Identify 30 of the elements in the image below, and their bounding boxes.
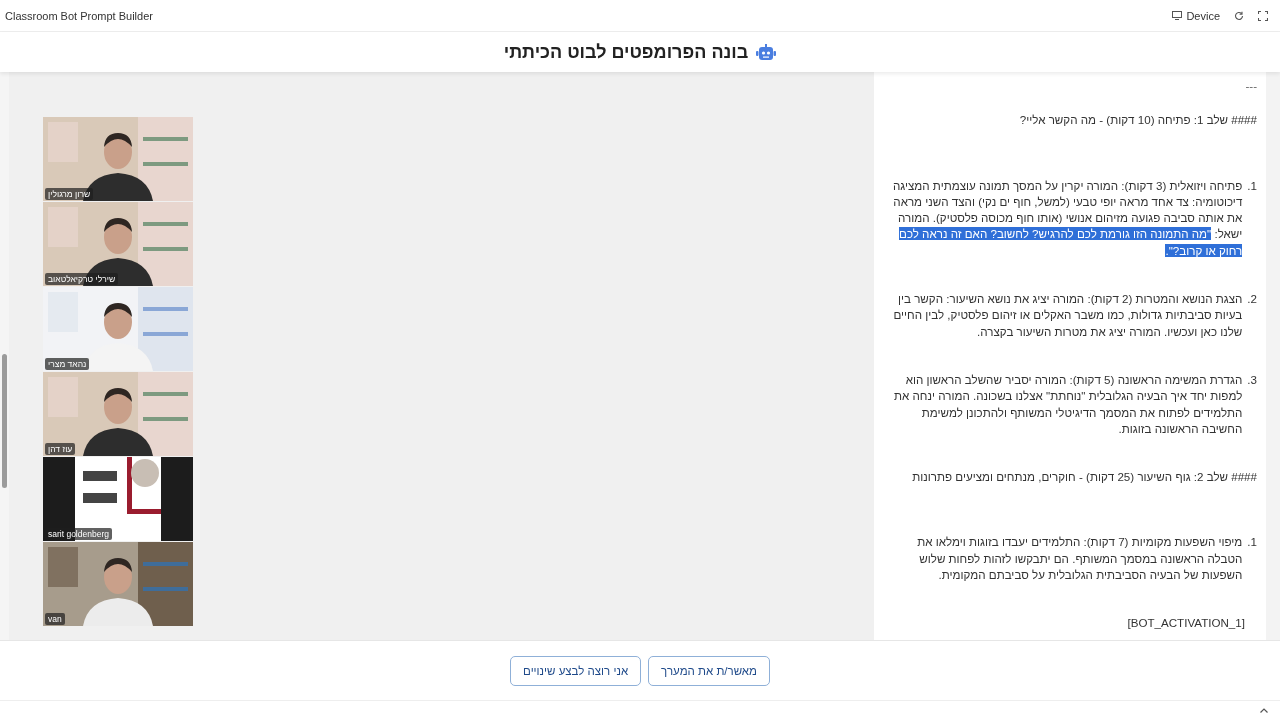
device-button[interactable]: Device bbox=[1172, 9, 1220, 22]
list-item-text: הצגת הנושא והמטרות (2 דקות): המורה יציג את נושא השיעור: הקשר בין בעיות סביבתיות גדולות, כמו משבר האקלים או זיהום פלסטיק, לבין החיים שלנו כאן ועכשיו. המורה יציג את מטרות השיעור בקצרה. bbox=[892, 291, 1243, 340]
participant-name: van bbox=[45, 613, 65, 625]
fullscreen-icon[interactable] bbox=[1258, 10, 1268, 21]
participant-name: sarit goldenberg bbox=[45, 528, 112, 540]
participant-name: עוז דהן bbox=[45, 443, 76, 455]
action-button[interactable]: מאשר/ת את המערך bbox=[648, 655, 770, 686]
robot-icon bbox=[756, 43, 777, 61]
participant-name: נהאד מצרי bbox=[45, 358, 90, 370]
scrollbar[interactable] bbox=[0, 72, 9, 640]
app-title: Classroom Bot Prompt Builder bbox=[5, 9, 153, 22]
monitor-icon bbox=[1172, 11, 1183, 20]
list-item-text: מיפוי השפעות מקומיות (7 דקות): התלמידים יעבדו בזוגות וימלאו את הטבלה הראשונה במסמך המשותף. הם יתבקשו לזהות לפחות שלוש השפעות של הבעיה הסביבתית הגלובלית על סביבתם המקומית. bbox=[916, 534, 1243, 584]
placeholder-token: [BOT_ACTIVATION_1] bbox=[1126, 615, 1245, 632]
list-number: 2. bbox=[1247, 291, 1257, 308]
participant-name: שירלי טרקיאלטאוב bbox=[45, 273, 119, 285]
caret-icon[interactable] bbox=[1260, 708, 1268, 713]
list-item-text: הגדרת המשימה הראשונה (5 דקות): המורה יסביר שהשלב הראשון הוא למפות יחד איך הבעיה הגלובלית "נוחתת" אצלנו בשכונה. המורה ינחה את התלמידים לפתוח את המסמך הדיגיטלי המשותף ולהתכונן למשימת החשיבה הראשונה בזוגות. bbox=[893, 371, 1243, 437]
list-number: 1. bbox=[1247, 177, 1257, 194]
separator-text: --- bbox=[1244, 78, 1257, 94]
list-item-text: פתיחה ויזואלית (3 דקות): המורה יקרין על המסך תמונה עוצמתית המציגה דיכוטומיה: צד אחד מראה יופי טבעי (למשל, חוף ים נקי) והצד השני מראה את אותה סביבה פגועה מזיהום אנושי (אותו חוף מכוסה פלסטיק). המורה ישאל: "מה התמונה הזו גורמת לכם להרגיש? לחשוב? האם זה נראה לכם רחוק או קרוב?". bbox=[892, 177, 1243, 259]
list-number: 3. bbox=[1247, 371, 1257, 388]
participant-name: שרון מרגולין bbox=[45, 188, 94, 200]
list-number: 1. bbox=[1247, 534, 1257, 551]
section-heading: #### שלב 2: גוף השיעור (25 דקות) - חוקרים, מנתחים ומציעים פתרונות bbox=[911, 469, 1257, 486]
section-heading: #### שלב 1: פתיחה (10 דקות) - מה הקשר אליי? bbox=[1018, 112, 1257, 129]
scrollbar[interactable] bbox=[1266, 72, 1280, 640]
page-title: בונה הפרומפטים לבוט הכיתתי bbox=[503, 41, 749, 63]
refresh-icon[interactable] bbox=[1234, 10, 1244, 21]
action-button[interactable]: אני רוצה לבצע שינויים bbox=[510, 655, 642, 686]
